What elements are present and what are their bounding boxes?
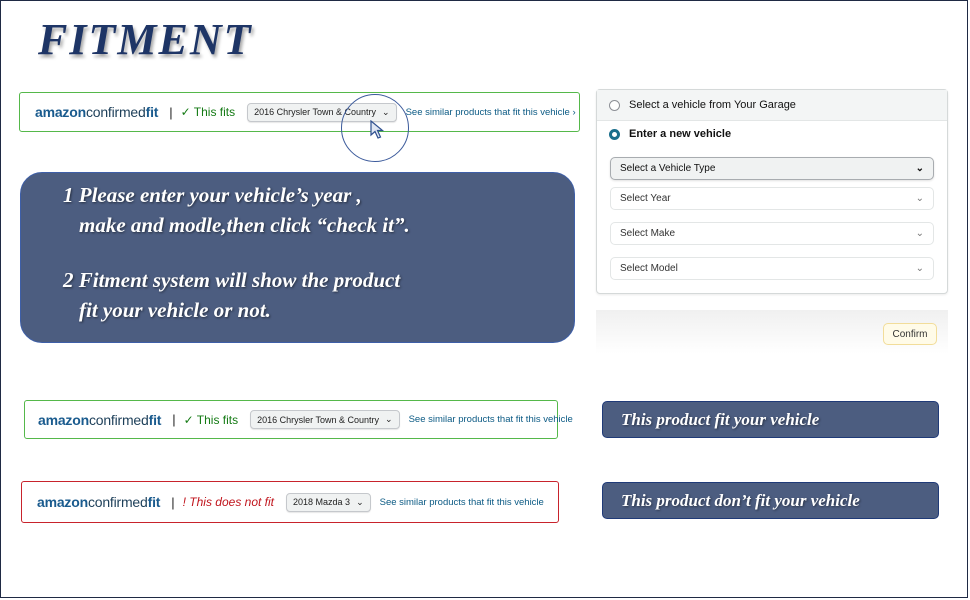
similar-products-link[interactable]: See similar products that fit this vehic… [409,414,573,425]
year-label: Select Year [620,193,671,204]
instruction-line-1: 1 Please enter your vehicle’s year , [63,183,362,207]
amazon-confirmed-fit-logo: amazonconfirmedfit [35,104,159,120]
instruction-line-4: fit your vehicle or not. [79,298,271,322]
instruction-line-2: make and modle,then click “check it”. [79,213,410,237]
model-label: Select Model [620,263,678,274]
divider: | [171,494,175,510]
cursor-arrow-icon [370,120,385,139]
result-nofit-label: This product don’t fit your vehicle [602,482,939,519]
vehicle-selector-label: 2016 Chrysler Town & Country [257,414,380,425]
fitment-bar-top: amazonconfirmedfit | ✓ This fits 2016 Ch… [19,92,580,132]
garage-option[interactable]: Select a vehicle from Your Garage [597,90,947,121]
new-vehicle-option[interactable]: Enter a new vehicle [597,128,731,140]
fit-status: ✓ This fits [183,412,239,427]
new-vehicle-radio[interactable] [609,128,620,140]
model-select[interactable]: Select Model ⌄ [610,257,934,280]
year-select[interactable]: Select Year ⌄ [610,187,934,210]
fit-status: ✓ This fits [180,105,236,119]
vehicle-selector[interactable]: 2016 Chrysler Town & Country ⌄ [250,410,400,429]
make-label: Select Make [620,228,676,239]
chevron-down-icon: ⌄ [385,414,393,424]
fitment-bar-fits: amazonconfirmedfit | ✓ This fits 2016 Ch… [24,400,573,439]
similar-products-link[interactable]: See similar products that fit this vehic… [406,107,576,118]
garage-radio[interactable] [609,99,620,111]
chevron-down-icon: ⌄ [915,193,924,204]
chevron-down-icon: ⌄ [915,228,924,239]
new-vehicle-label: Enter a new vehicle [629,128,732,140]
instruction-callout: 1 Please enter your vehicle’s year , mak… [20,172,575,343]
chevron-down-icon: ⌄ [915,263,924,274]
result-fit-label: This product fit your vehicle [602,401,939,438]
amazon-confirmed-fit-logo: amazonconfirmedfit [37,494,161,510]
similar-products-link[interactable]: See similar products that fit this vehic… [380,497,544,508]
confirm-button[interactable]: Confirm [883,323,937,345]
vehicle-selector[interactable]: 2018 Mazda 3 ⌄ [286,492,371,512]
instruction-line-3: 2 Fitment system will show the product [63,268,401,292]
vehicle-type-select[interactable]: Select a Vehicle Type ⌄ [610,157,934,180]
amazon-confirmed-fit-logo: amazonconfirmedfit [38,411,162,428]
vehicle-selector-label: 2018 Mazda 3 [293,497,351,507]
fitment-bar-nofit: amazonconfirmedfit | ! This does not fit… [21,481,559,523]
vehicle-selection-panel: Select a vehicle from Your Garage Enter … [596,89,948,294]
make-select[interactable]: Select Make ⌄ [610,222,934,245]
chevron-down-icon: ⌄ [356,496,364,507]
divider: | [172,412,176,427]
divider: | [169,104,173,120]
nofit-status: ! This does not fit [182,495,275,509]
chevron-down-icon: ⌄ [915,163,924,174]
page-title: FITMENT [38,15,253,64]
vehicle-type-label: Select a Vehicle Type [620,163,716,174]
garage-option-label: Select a vehicle from Your Garage [629,99,796,111]
